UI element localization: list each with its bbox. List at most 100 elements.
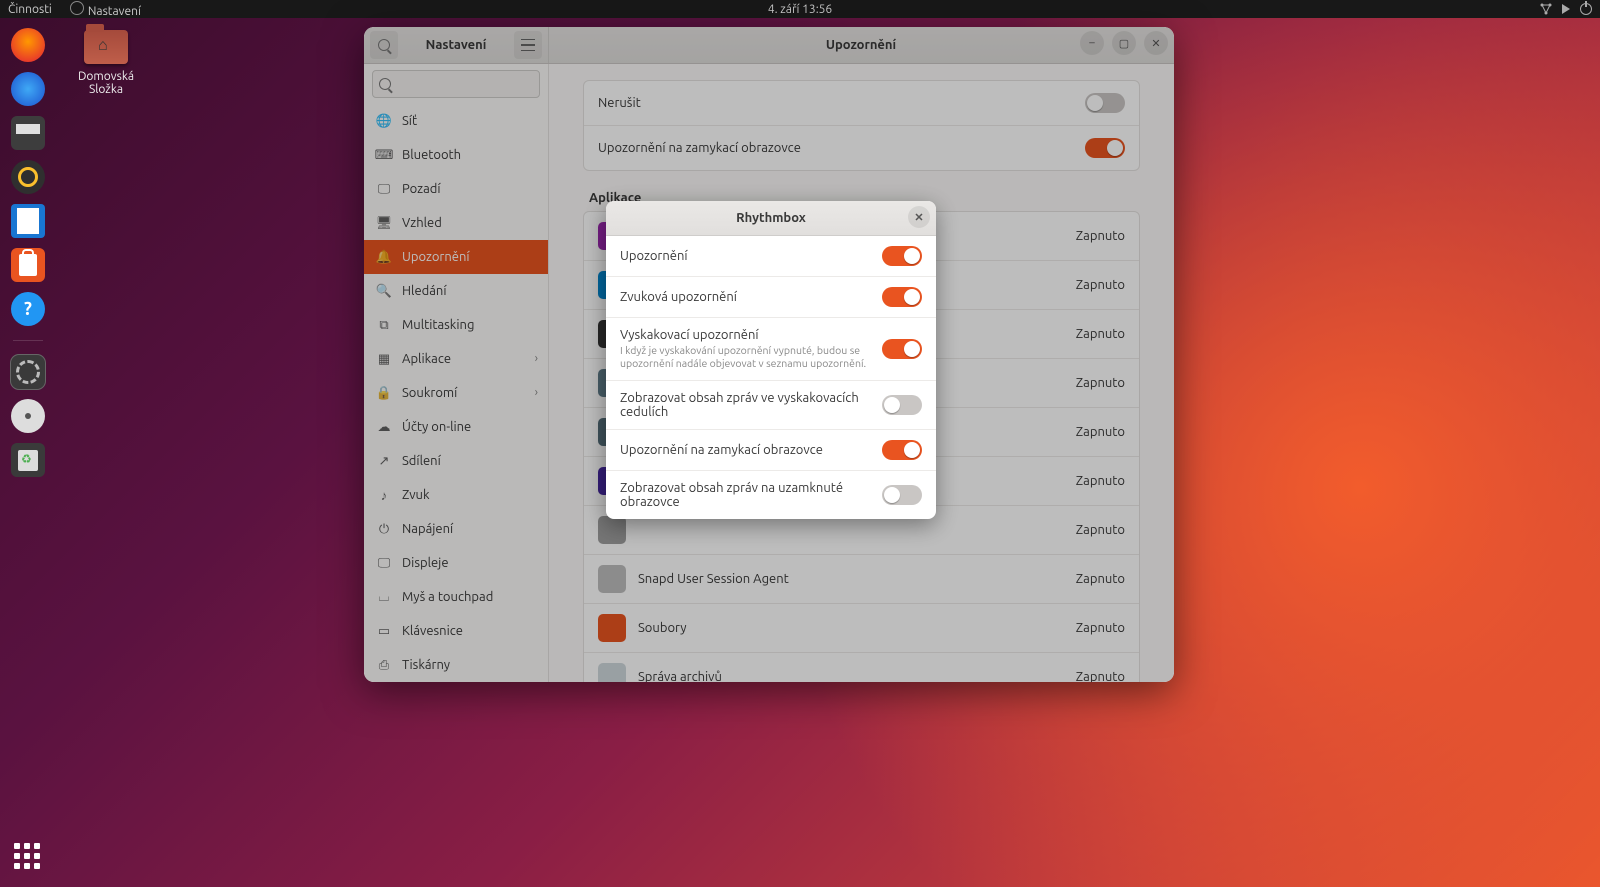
sidebar-item-sdílení[interactable]: ↗Sdílení	[364, 444, 548, 478]
popover-row-label: Upozornění	[620, 249, 688, 263]
window-title-left: Nastavení	[398, 38, 514, 52]
dock-rhythmbox[interactable]	[11, 160, 45, 194]
dock-help[interactable]: ?	[11, 292, 45, 326]
app-name: Snapd User Session Agent	[638, 572, 789, 586]
close-button[interactable]: ✕	[1144, 31, 1168, 55]
sidebar-item-aplikace[interactable]: ▦Aplikace›	[364, 342, 548, 376]
lockscreen-toggle[interactable]	[1085, 138, 1125, 158]
popover-toggle[interactable]	[882, 339, 922, 359]
sidebar-item-napájení[interactable]: ⏻Napájení	[364, 512, 548, 546]
sidebar-item-soukromí[interactable]: 🔒Soukromí›	[364, 376, 548, 410]
app-icon	[598, 614, 626, 642]
popover-row-label: Vyskakovací upozornění	[620, 328, 759, 342]
app-name: Správa archivů	[638, 670, 722, 682]
popover-toggle[interactable]	[882, 485, 922, 505]
sidebar-item-zvuk[interactable]: ♪ Zvuk	[364, 478, 548, 512]
sidebar-icon: 🔒	[376, 385, 392, 401]
topbar-clock[interactable]: 4. září 13:56	[768, 3, 832, 16]
minimize-button[interactable]: –	[1080, 31, 1104, 55]
dock-separator	[13, 340, 43, 341]
sidebar-icon: 🖵	[376, 181, 392, 197]
sidebar-icon: ⎙	[376, 657, 392, 673]
desktop-home-folder[interactable]: Domovská Složka	[64, 30, 148, 96]
sidebar-search-input[interactable]	[372, 70, 540, 98]
dock-disc[interactable]	[11, 399, 45, 433]
dock-firefox[interactable]	[11, 28, 45, 62]
sidebar-item-label: Síť	[402, 114, 417, 128]
popover-row-label: Zobrazovat obsah zpráv na uzamknuté obra…	[620, 481, 843, 509]
sidebar-item-label: Účty on-line	[402, 420, 471, 434]
app-row[interactable]: SouboryZapnuto	[584, 604, 1139, 653]
sidebar-icon: ▭	[376, 623, 392, 639]
app-name: Soubory	[638, 621, 687, 635]
sidebar-item-label: Soukromí	[402, 386, 457, 400]
popover-toggle[interactable]	[882, 287, 922, 307]
sidebar-item-label: Zvuk	[402, 488, 430, 502]
dock-software[interactable]	[11, 248, 45, 282]
app-status: Zapnuto	[1076, 670, 1125, 682]
sidebar-item-hledání[interactable]: 🔍Hledání	[364, 274, 548, 308]
dock-thunderbird[interactable]	[11, 72, 45, 106]
app-row[interactable]: Správa archivů Zapnuto	[584, 653, 1139, 682]
popover-row: Zobrazovat obsah zpráv ve vyskakovacích …	[606, 381, 936, 430]
activities-button[interactable]: Činnosti	[8, 3, 52, 16]
maximize-button[interactable]: ▢	[1112, 31, 1136, 55]
popover-toggle[interactable]	[882, 395, 922, 415]
sidebar-icon: 🔔	[376, 249, 392, 265]
settings-sidebar: 🌐 Síť ⌨Bluetooth🖵Pozadí🖥Vzhled🔔Upozornění🔍…	[364, 64, 549, 682]
hamburger-menu-button[interactable]	[514, 31, 542, 59]
window-titlebar: Nastavení Upozornění – ▢ ✕	[364, 27, 1174, 64]
sidebar-icon: 🌐	[376, 113, 392, 129]
popover-row-label: Upozornění na zamykací obrazovce	[620, 443, 823, 457]
app-notification-popover: Rhythmbox ✕ Upozornění Zvuková upozornění…	[606, 201, 936, 519]
sidebar-item-label: Sdílení	[402, 454, 441, 468]
volume-icon[interactable]	[1562, 4, 1570, 14]
sidebar-icon: ♪	[376, 487, 392, 503]
dock-files[interactable]	[11, 116, 45, 150]
dnd-toggle[interactable]	[1085, 93, 1125, 113]
sidebar-search-button[interactable]	[370, 31, 398, 59]
sidebar-item-label: Myš a touchpad	[402, 590, 493, 604]
sidebar-item-label: Tiskárny	[402, 658, 450, 672]
app-row[interactable]: Snapd User Session Agent Zapnuto	[584, 555, 1139, 604]
sidebar-item-label: Aplikace	[402, 352, 451, 366]
window-title-right: Upozornění	[826, 38, 896, 52]
app-status: Zapnuto	[1076, 572, 1125, 586]
popover-row-sublabel: I když je vyskakování upozornění vypnuté…	[620, 344, 870, 370]
dock-show-apps[interactable]	[14, 843, 42, 871]
general-panel: Nerušit Upozornění na zamykací obrazovce	[583, 80, 1140, 171]
sidebar-item-upozornění[interactable]: 🔔Upozornění	[364, 240, 548, 274]
popover-toggle[interactable]	[882, 440, 922, 460]
popover-title: Rhythmbox ✕	[606, 201, 936, 236]
app-icon	[598, 565, 626, 593]
app-status: Zapnuto	[1076, 474, 1125, 488]
topbar-app[interactable]: Nastavení	[70, 1, 141, 18]
top-bar: Činnosti Nastavení 4. září 13:56	[0, 0, 1600, 18]
dock-writer[interactable]	[11, 204, 45, 238]
search-icon	[379, 78, 391, 90]
sidebar-item-bluetooth[interactable]: ⌨Bluetooth	[364, 138, 548, 172]
popover-toggle[interactable]	[882, 246, 922, 266]
sidebar-item-tiskárny[interactable]: ⎙ Tiskárny	[364, 648, 548, 682]
network-icon[interactable]	[1540, 3, 1552, 15]
sidebar-item-vzhled[interactable]: 🖥Vzhled	[364, 206, 548, 240]
popover-row-label: Zvuková upozornění	[620, 290, 737, 304]
dnd-label: Nerušit	[598, 96, 641, 110]
power-icon[interactable]	[1580, 3, 1592, 15]
sidebar-icon: ☁	[376, 419, 392, 435]
sidebar-item-účty-on-line[interactable]: ☁ Účty on-line	[364, 410, 548, 444]
app-status: Zapnuto	[1076, 278, 1125, 292]
sidebar-item-myš-a-touchpad[interactable]: ⌴ Myš a touchpad	[364, 580, 548, 614]
dock-settings[interactable]	[11, 355, 45, 389]
sidebar-item-multitasking[interactable]: ⧉Multitasking	[364, 308, 548, 342]
sidebar-icon: ⌴	[376, 589, 392, 605]
sidebar-item-displeje[interactable]: 🖵Displeje	[364, 546, 548, 580]
sidebar-item-label: Displeje	[402, 556, 449, 570]
sidebar-item-pozadí[interactable]: 🖵Pozadí	[364, 172, 548, 206]
sidebar-item-síť[interactable]: 🌐 Síť	[364, 104, 548, 138]
dock-trash[interactable]	[11, 443, 45, 477]
folder-icon	[84, 30, 128, 64]
sidebar-item-label: Vzhled	[402, 216, 442, 230]
popover-close-button[interactable]: ✕	[908, 206, 930, 228]
sidebar-item-klávesnice[interactable]: ▭Klávesnice	[364, 614, 548, 648]
